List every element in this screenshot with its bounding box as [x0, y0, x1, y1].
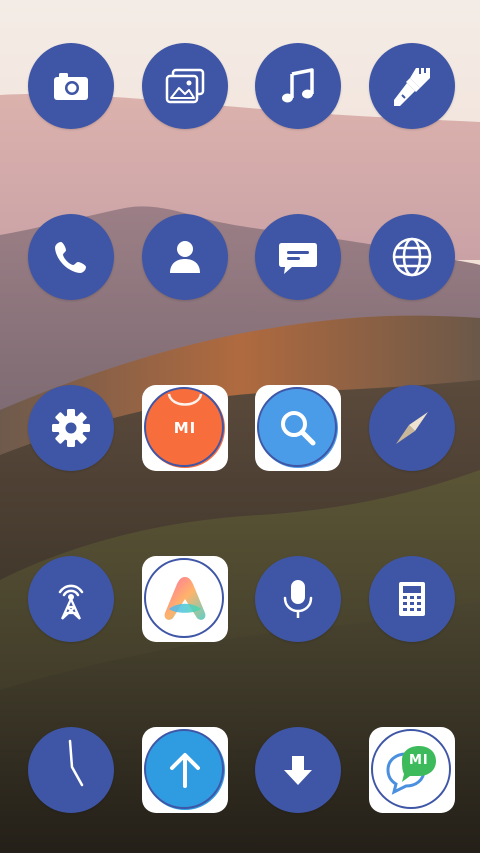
contacts-app[interactable]: [142, 214, 228, 300]
downloads-app[interactable]: [255, 727, 341, 813]
messages-app[interactable]: [255, 214, 341, 300]
calculator-icon: [399, 582, 425, 616]
updater-app[interactable]: [142, 727, 228, 813]
clock-icon: [68, 739, 84, 787]
phone-app[interactable]: [28, 214, 114, 300]
search-app[interactable]: [255, 385, 341, 471]
clock-app[interactable]: [28, 727, 114, 813]
compass-app[interactable]: [369, 385, 455, 471]
recorder-app[interactable]: [255, 556, 341, 642]
fm-radio-tower-icon: [58, 584, 84, 620]
app-grid: MI MI: [0, 0, 480, 853]
icon-ring: [144, 558, 224, 638]
camera-icon: [54, 73, 88, 100]
gallery-icon: [165, 68, 205, 104]
phone-icon: [55, 242, 86, 273]
icon-ring: [371, 729, 451, 809]
downloads-arrow-icon: [284, 756, 312, 785]
icon-ring: [144, 729, 224, 809]
music-icon: [282, 68, 314, 103]
camera-app[interactable]: [28, 43, 114, 129]
mi-store-app[interactable]: MI: [142, 385, 228, 471]
browser-app[interactable]: [369, 214, 455, 300]
calculator-app[interactable]: [369, 556, 455, 642]
icon-ring: [144, 387, 224, 467]
fm-radio-app[interactable]: [28, 556, 114, 642]
contacts-icon: [170, 241, 200, 273]
settings-gear-icon: [52, 409, 90, 447]
gallery-app[interactable]: [142, 43, 228, 129]
recorder-microphone-icon: [283, 580, 313, 618]
browser-globe-icon: [392, 237, 432, 277]
compass-icon: [396, 412, 428, 444]
themes-brush-icon: [394, 68, 430, 106]
app-vault-app[interactable]: [142, 556, 228, 642]
mi-community-app[interactable]: MI: [369, 727, 455, 813]
settings-app[interactable]: [28, 385, 114, 471]
themes-app[interactable]: [369, 43, 455, 129]
messages-icon: [279, 243, 317, 274]
icon-ring: [257, 387, 337, 467]
music-app[interactable]: [255, 43, 341, 129]
